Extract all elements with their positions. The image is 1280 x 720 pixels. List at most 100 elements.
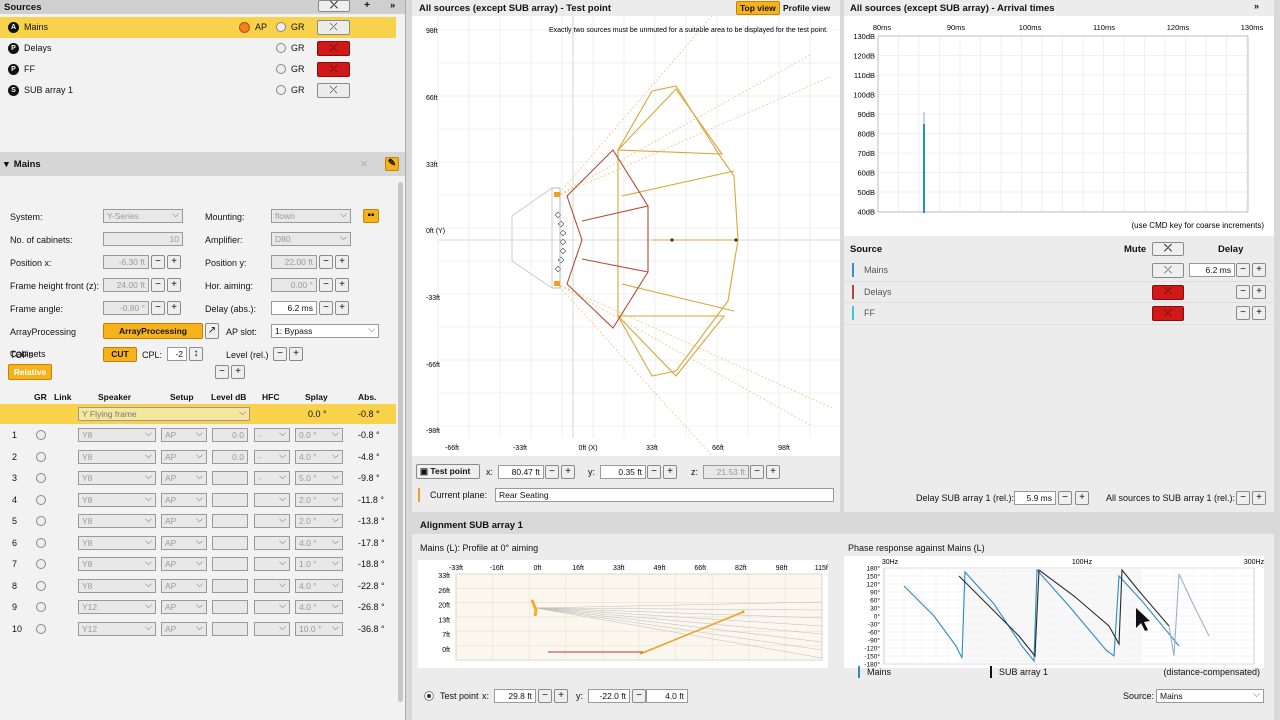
splay-select[interactable]: 4.0 ° [295, 535, 343, 550]
align-x-minus[interactable]: − [538, 689, 552, 703]
splay-select[interactable]: 4.0 ° [295, 449, 343, 464]
gr-radio[interactable] [36, 537, 46, 548]
align-y-field[interactable]: -22.0 ft [588, 689, 630, 703]
expand-icon[interactable]: » [390, 0, 395, 11]
level-field[interactable] [212, 578, 248, 593]
gr-radio[interactable] [36, 494, 46, 505]
speaker-select[interactable]: Y8 [78, 514, 156, 528]
z-plus[interactable]: + [766, 465, 780, 479]
topview-plot[interactable]: Exactly two sources must be unmuted for … [412, 16, 840, 456]
cabinet-row[interactable]: 10 Y12 AP 10.0 ° -36.8 ° [0, 619, 396, 640]
testpoint-z-field[interactable]: 21.53 ft [703, 465, 749, 479]
delay-plus[interactable]: + [1252, 263, 1266, 277]
hfc-select[interactable] [254, 578, 290, 593]
collapse-icon[interactable]: ▾ [4, 159, 9, 170]
align-x-plus[interactable]: + [554, 689, 568, 703]
gr-radio[interactable] [36, 451, 46, 462]
setup-select[interactable]: AP [161, 557, 207, 571]
splay-select[interactable]: 2.0 ° [295, 492, 343, 507]
setup-select[interactable]: AP [161, 600, 207, 614]
tab-top-view[interactable]: Top view [736, 1, 780, 15]
cabinet-row[interactable]: 9 Y12 AP 4.0 ° -26.8 ° [0, 597, 396, 618]
mute-button[interactable]: ⤫ [1152, 306, 1184, 321]
hfc-select[interactable] [254, 535, 290, 550]
gr-radio[interactable] [276, 64, 286, 74]
delay-minus[interactable]: − [1236, 284, 1250, 299]
level-minus[interactable]: − [273, 347, 287, 361]
profile-plot[interactable]: -33ft -16ft 0ft 16ft 33ft 49ft 66ft 82ft 98ft 115… [418, 560, 828, 668]
source-row[interactable]: P Delays GR ⤫ [0, 38, 396, 59]
amplifier-field[interactable]: D80 [271, 232, 351, 246]
cut-button[interactable]: CUT [103, 347, 137, 362]
mute-all-button[interactable]: ⤫ [1152, 242, 1184, 256]
arrival-source-row[interactable]: Delays ⤫ − + [844, 282, 1274, 303]
ap-slot-select[interactable]: 1: Bypass [271, 324, 379, 338]
mute-button[interactable]: ⤫ [317, 20, 350, 35]
setup-select[interactable]: AP [161, 492, 207, 507]
setup-select[interactable]: AP [161, 535, 207, 550]
mute-button[interactable]: ⤫ [317, 62, 350, 77]
plane-field[interactable]: Rear Seating [495, 488, 834, 502]
level-field[interactable]: 0.0 [212, 428, 248, 442]
delay-plus[interactable]: + [1252, 306, 1266, 320]
delay-sub-plus[interactable]: + [1075, 491, 1089, 505]
splay-select[interactable]: 5.0 ° [295, 471, 343, 485]
testpoint-radio[interactable] [424, 691, 434, 701]
splay-select[interactable]: 4.0 ° [295, 578, 343, 593]
posx-plus[interactable]: + [167, 255, 181, 269]
edit-button[interactable]: ✎ [385, 157, 399, 171]
delay-sub-minus[interactable]: − [1058, 491, 1072, 505]
cabinet-row[interactable]: 1 Y8 AP 0.0-0.0 ° -0.8 ° [0, 425, 396, 446]
speaker-select[interactable]: Y8 [78, 428, 156, 442]
mute-button[interactable]: ⤫ [317, 41, 350, 56]
setup-select[interactable]: AP [161, 578, 207, 593]
gr-radio[interactable] [36, 602, 46, 612]
level-field[interactable] [212, 600, 248, 614]
hfc-select[interactable] [254, 557, 290, 571]
cabinet-row[interactable]: 6 Y8 AP 4.0 ° -17.8 ° [0, 533, 396, 554]
cabinet-row[interactable]: 5 Y8 AP 2.0 ° -13.8 ° [0, 511, 396, 532]
frame-height-plus[interactable]: + [167, 278, 181, 292]
testpoint-y-field[interactable]: 0.35 ft [600, 465, 646, 479]
setup-select[interactable]: AP [161, 471, 207, 485]
x-plus[interactable]: + [561, 465, 575, 479]
splay-select[interactable]: 2.0 ° [295, 514, 343, 528]
gr-radio[interactable] [276, 43, 286, 53]
expand-icon[interactable]: » [1254, 1, 1259, 11]
add-source-button[interactable]: + [360, 0, 374, 12]
align-z-field[interactable]: 4.0 ft [646, 689, 688, 703]
x-minus[interactable]: − [545, 465, 559, 479]
frame-angle-field[interactable]: -0.80 ° [103, 301, 149, 315]
posx-field[interactable]: -6.30 ft [103, 255, 149, 269]
frame-height-minus[interactable]: − [151, 278, 165, 292]
mute-button[interactable]: ⤫ [317, 83, 350, 98]
mounting-field[interactable]: flown [271, 209, 351, 223]
arrayprocessing-open-icon[interactable]: ↗ [205, 323, 219, 339]
remove-cabinet-button[interactable]: − [215, 365, 229, 379]
mute-button[interactable]: ⤫ [1152, 263, 1184, 278]
testpoint-x-field[interactable]: 80.47 ft [498, 465, 544, 479]
mounting-link-button[interactable]: ▪▪ [363, 209, 379, 223]
cabinet-row[interactable]: 4 Y8 AP 2.0 ° -11.8 ° [0, 490, 396, 511]
speaker-select[interactable]: Y8 [78, 471, 156, 485]
source-row[interactable]: P FF GR ⤫ [0, 59, 396, 80]
delay-plus[interactable]: + [335, 301, 349, 315]
level-field[interactable] [212, 621, 248, 636]
speaker-select[interactable]: Y8 [78, 449, 156, 464]
level-field[interactable]: 0.0 [212, 449, 248, 464]
ap-radio[interactable] [239, 22, 250, 33]
hfc-select[interactable]: - [254, 449, 290, 464]
gr-radio[interactable] [36, 430, 46, 440]
system-field[interactable]: Y-Series [103, 209, 183, 223]
posy-plus[interactable]: + [335, 255, 349, 269]
splay-select[interactable]: 0.0 ° [295, 428, 343, 442]
hfc-select[interactable]: - [254, 428, 290, 442]
arrival-source-row[interactable]: FF ⤫ − + [844, 303, 1274, 325]
posx-minus[interactable]: − [151, 255, 165, 269]
hfc-select[interactable] [254, 621, 290, 636]
setup-select[interactable]: AP [161, 514, 207, 528]
frame-height-field[interactable]: 24.00 ft [103, 278, 149, 292]
hfc-select[interactable] [254, 492, 290, 507]
mute-button[interactable]: ⤫ [1152, 284, 1184, 300]
relative-button[interactable]: Relative [8, 364, 52, 380]
